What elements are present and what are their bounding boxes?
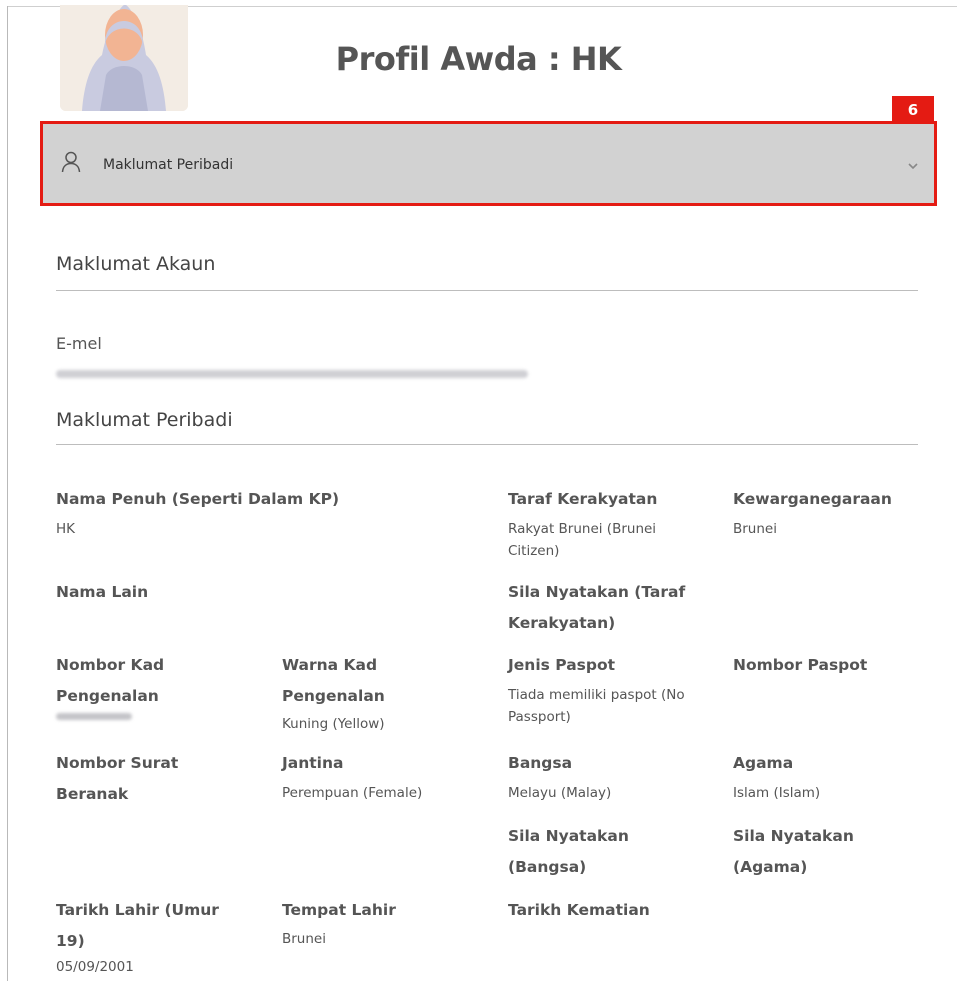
field-label-nombor-kad: Nombor Kad Pengenalan (56, 656, 165, 705)
field-label-kewarganegaraan: Kewarganegaraan (733, 490, 892, 508)
page-title: Profil Awda : HK (335, 40, 622, 78)
field-label-sila-agama: Sila Nyatakan (Agama) (733, 827, 854, 876)
field-value-tempat-lahir: Brunei (282, 931, 326, 947)
field-label-bangsa: Bangsa (508, 754, 573, 772)
field-label-taraf-kerakyatan: Taraf Kerakyatan (508, 490, 658, 508)
section-title-peribadi: Maklumat Peribadi (56, 409, 233, 431)
field-value-jenis-paspot: Tiada memiliki paspot (No Passport) (508, 687, 685, 725)
field-label-nombor-surat: Nombor Surat Beranak (56, 754, 179, 803)
email-value-redacted (56, 370, 528, 378)
field-label-tarikh-kematian: Tarikh Kematian (508, 901, 650, 919)
user-icon (61, 151, 81, 177)
field-value-bangsa: Melayu (Malay) (508, 785, 612, 801)
field-label-sila-bangsa: Sila Nyatakan (Bangsa) (508, 827, 629, 876)
field-label-sila-taraf: Sila Nyatakan (Taraf Kerakyatan) (508, 583, 686, 632)
field-label-nama-penuh: Nama Penuh (Seperti Dalam KP) (56, 490, 340, 508)
field-value-tarikh-lahir: 05/09/2001 (56, 959, 134, 975)
field-label-jenis-paspot: Jenis Paspot (508, 656, 616, 674)
field-label-tarikh-lahir: Tarikh Lahir (Umur 19) (56, 901, 219, 950)
field-label-tempat-lahir: Tempat Lahir (282, 901, 396, 919)
field-value-agama: Islam (Islam) (733, 785, 821, 801)
email-label: E-mel (56, 334, 102, 353)
divider (56, 444, 918, 445)
field-label-warna-kad: Warna Kad Pengenalan (282, 656, 385, 705)
field-label-jantina: Jantina (282, 754, 344, 772)
field-value-jantina: Perempuan (Female) (282, 785, 423, 801)
field-value-nama-penuh: HK (56, 521, 76, 537)
accordion-maklumat-peribadi[interactable]: Maklumat Peribadi (40, 121, 937, 206)
field-value-warna-kad: Kuning (Yellow) (282, 716, 385, 732)
frame-left-border (7, 6, 8, 981)
divider (56, 290, 918, 291)
chevron-down-icon[interactable] (906, 157, 920, 176)
section-title-akaun: Maklumat Akaun (56, 253, 216, 275)
callout-badge: 6 (892, 96, 934, 123)
field-label-nombor-paspot: Nombor Paspot (733, 656, 868, 674)
field-label-nama-lain: Nama Lain (56, 583, 149, 601)
field-value-nombor-kad-redacted (56, 713, 132, 720)
accordion-label: Maklumat Peribadi (103, 157, 234, 173)
field-label-agama: Agama (733, 754, 794, 772)
field-value-kewarganegaraan: Brunei (733, 521, 777, 537)
field-value-taraf-kerakyatan: Rakyat Brunei (Brunei Citizen) (508, 521, 657, 559)
